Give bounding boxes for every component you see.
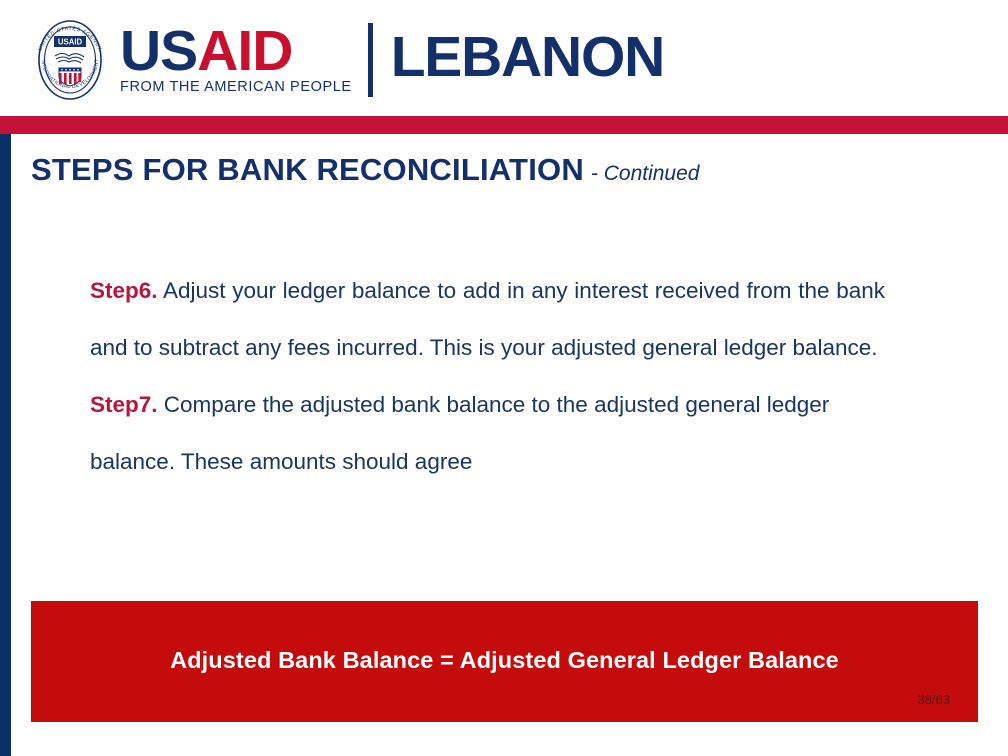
- usaid-lebanon-logo: UNITED STATES AGENCY INTERNATIONAL DEVEL…: [27, 14, 666, 102]
- page-title-main: STEPS FOR BANK RECONCILIATION: [31, 152, 584, 187]
- left-navy-accent-bar: [0, 134, 11, 756]
- usaid-tagline: FROM THE AMERICAN PEOPLE: [120, 79, 352, 96]
- step-text-7: Compare the adjusted bank balance to the…: [90, 392, 830, 474]
- slide-body: Step6. Adjust your ledger balance to add…: [90, 262, 885, 490]
- page-title: STEPS FOR BANK RECONCILIATION - Continued: [31, 152, 971, 188]
- slide-header: UNITED STATES AGENCY INTERNATIONAL DEVEL…: [0, 0, 1008, 116]
- page-number: 38/63: [917, 692, 950, 707]
- svg-text:USAID: USAID: [58, 38, 83, 47]
- wordmark-aid: AID: [197, 18, 293, 83]
- step-label-7: Step7.: [90, 392, 158, 417]
- wordmark-us: US: [120, 18, 198, 83]
- page-title-suffix: - Continued: [590, 162, 700, 185]
- usaid-wordmark: USAID FROM THE AMERICAN PEOPLE: [120, 22, 352, 96]
- country-wordmark: LEBANON: [390, 24, 666, 89]
- callout-text: Adjusted Bank Balance = Adjusted General…: [170, 647, 839, 673]
- crimson-accent-band: [0, 116, 1008, 134]
- step-text-6: Adjust your ledger balance to add in any…: [90, 278, 885, 360]
- usaid-seal-icon: UNITED STATES AGENCY INTERNATIONAL DEVEL…: [27, 14, 112, 102]
- callout-box: Adjusted Bank Balance = Adjusted General…: [31, 601, 978, 722]
- body-paragraph-step7: Step7. Compare the adjusted bank balance…: [90, 376, 885, 490]
- logo-divider: [367, 23, 373, 97]
- usaid-wordmark-text: USAID: [120, 22, 352, 79]
- step-label-6: Step6.: [90, 278, 158, 303]
- body-paragraph-step6: Step6. Adjust your ledger balance to add…: [90, 262, 885, 376]
